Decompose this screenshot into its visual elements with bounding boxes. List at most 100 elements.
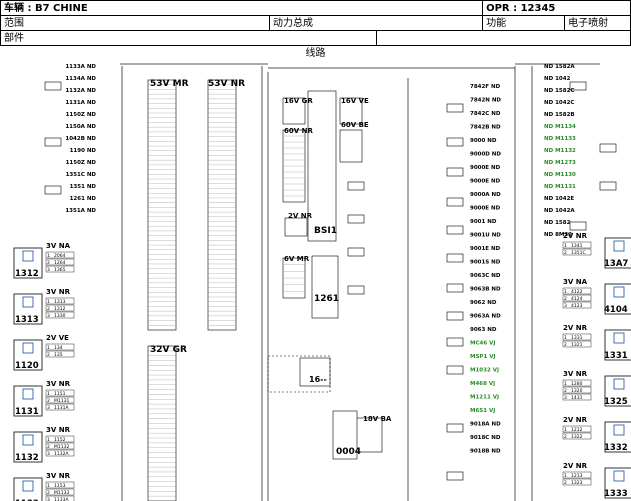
component-id: 1120: [15, 361, 39, 371]
pin-wire: 1365: [54, 267, 66, 273]
component-icon: [613, 240, 625, 252]
component-1131[interactable]: 1131 3V NR 1 1151 2 M1131 3 1131A: [13, 380, 75, 417]
component-1332[interactable]: 1332 2V NR 1 1212 2 1322: [562, 416, 631, 453]
pin-wire: M1132: [54, 444, 69, 450]
pin-number: 1: [47, 345, 50, 351]
component-13A7[interactable]: 13A72V NR1 13412 1351C: [562, 232, 631, 269]
component-connector-label: 3V NR: [46, 472, 71, 480]
wire-label: 9018B ND: [470, 449, 501, 455]
component-icon: [613, 378, 625, 390]
wire-label: 9000E ND: [470, 165, 501, 171]
pin-number: 1: [47, 299, 50, 305]
component-connector-label: 3V NR: [46, 380, 71, 388]
wire-label: 9001E ND: [470, 246, 501, 252]
diagram-title: 线路: [305, 48, 326, 59]
component-id: 1333: [604, 489, 628, 499]
pin-wire: M1133: [54, 490, 69, 496]
pin-wire: 1322: [571, 434, 583, 440]
wire-label: M1032 VJ: [470, 368, 499, 374]
pin-number: 1: [47, 391, 50, 397]
component-id: 1313: [15, 315, 39, 325]
component-icon: [22, 342, 34, 354]
pin-wire: 1133A: [54, 497, 69, 501]
pin-number: 2: [564, 480, 567, 486]
component-id: 1131: [15, 407, 39, 417]
component-1312[interactable]: 1312 3V NA 1 2064 2 1264 3 1365: [13, 242, 75, 279]
pin-wire: 1280: [571, 381, 583, 387]
pin-wire: 1330: [54, 313, 66, 319]
wire-label: ND 1582C: [544, 88, 574, 94]
wire-label: 1150Z ND: [66, 112, 97, 118]
range-label: 范围: [0, 15, 270, 31]
wire-label: 9063 ND: [470, 327, 497, 333]
wire-label: 9000E ND: [470, 179, 501, 185]
wire-label: 9001U ND: [470, 233, 501, 239]
wire-label: ND 1042E: [544, 196, 574, 202]
component-1325[interactable]: 1325 3V NR 1 1280 2 1320 3 1431: [562, 370, 631, 407]
component-4104[interactable]: 4104 3V NA 1 4122 2 4124 3 4123: [562, 278, 631, 315]
pin-number: 2: [47, 398, 50, 404]
pin-number: 3: [47, 497, 50, 501]
wire-label: 9000 ND: [470, 138, 497, 144]
wire-label: 9018C ND: [470, 435, 501, 441]
pin-number: 1: [564, 335, 567, 341]
unit-label-u0004: 0004: [336, 447, 361, 457]
pin-wire: 1131A: [54, 405, 69, 411]
pin-number: 2: [564, 434, 567, 440]
pin-wire: M1131: [54, 398, 69, 404]
component-connector-label: 3V NR: [46, 426, 71, 434]
pin-number: 3: [47, 267, 50, 273]
connector-label-c2nr: 2V NR: [288, 212, 313, 220]
wire-label: M1211 VJ: [470, 395, 499, 401]
component-connector-label: 2V NR: [563, 462, 588, 470]
component-icon: [613, 424, 625, 436]
component-1313[interactable]: 1313 3V NR 1 1313 2 1312 3 1330: [13, 288, 75, 325]
pin-number: 1: [564, 473, 567, 479]
wire-label: 9001 ND: [470, 219, 497, 225]
wire-label: 1150Z ND: [66, 160, 97, 166]
component-1120[interactable]: 1120 2V VE 1 134 2 135: [13, 334, 75, 371]
wire-label: 7842F ND: [470, 84, 501, 90]
pin-wire: 134: [54, 345, 63, 351]
wire-label: ND M1131: [544, 184, 576, 190]
pin-number: 1: [564, 243, 567, 249]
pin-number: 1: [564, 381, 567, 387]
wire-label: 1351C ND: [66, 172, 97, 178]
wire-label: 9063C ND: [470, 273, 501, 279]
wire-label: ND M1132: [544, 148, 576, 154]
wire-label: 7842N ND: [470, 98, 501, 104]
component-icon: [613, 332, 625, 344]
wire-label: ND M1134: [544, 124, 576, 130]
range-value: 动力总成: [268, 15, 484, 31]
connector-label-c60nr: 60V NR: [284, 127, 313, 135]
pin-wire: 1323: [571, 480, 583, 486]
connector-label-c60be: 60V BE: [341, 121, 369, 129]
vehicle-label: 车辆 : B7 CHINE: [0, 0, 484, 16]
pin-wire: 1331: [571, 335, 583, 341]
wire-label: 7842B ND: [470, 125, 501, 131]
unit-label-bsi1: BSI1: [314, 226, 337, 236]
pin-wire: 1132A: [54, 451, 69, 457]
component-1132[interactable]: 1132 3V NR 1 1152 2 M1132 3 1132A: [13, 426, 75, 463]
pin-wire: 1213: [571, 473, 583, 479]
wire-label: M6S1 VJ: [470, 408, 495, 414]
wire-label: ND 1582B: [544, 112, 575, 118]
wire-label: 7842C ND: [470, 111, 501, 117]
wire-label: 9063A ND: [470, 314, 501, 320]
component-1331[interactable]: 1331 2V NR 1 1331 2 1321: [562, 324, 631, 361]
component-id: 1312: [15, 269, 39, 279]
wire-label: ND 1042C: [544, 100, 574, 106]
component-1333[interactable]: 1333 2V NR 1 1213 2 1323: [562, 462, 631, 499]
function-label: 功能: [482, 15, 566, 31]
wire-label: 9000A ND: [470, 192, 501, 198]
pin-number: 2: [47, 490, 50, 496]
pin-number: 1: [564, 289, 567, 295]
pin-number: 2: [47, 260, 50, 266]
connector-label-c16gr: 16V GR: [284, 97, 313, 105]
pin-wire: 1351C: [571, 250, 586, 256]
connector-label-c53nr: 53V NR: [208, 79, 245, 89]
component-1133[interactable]: 11333V NR111532M113331133A: [13, 472, 75, 501]
pin-wire: 4122: [571, 289, 583, 295]
wire-label: 9000D ND: [470, 152, 501, 158]
component-id: 4104: [604, 305, 628, 315]
